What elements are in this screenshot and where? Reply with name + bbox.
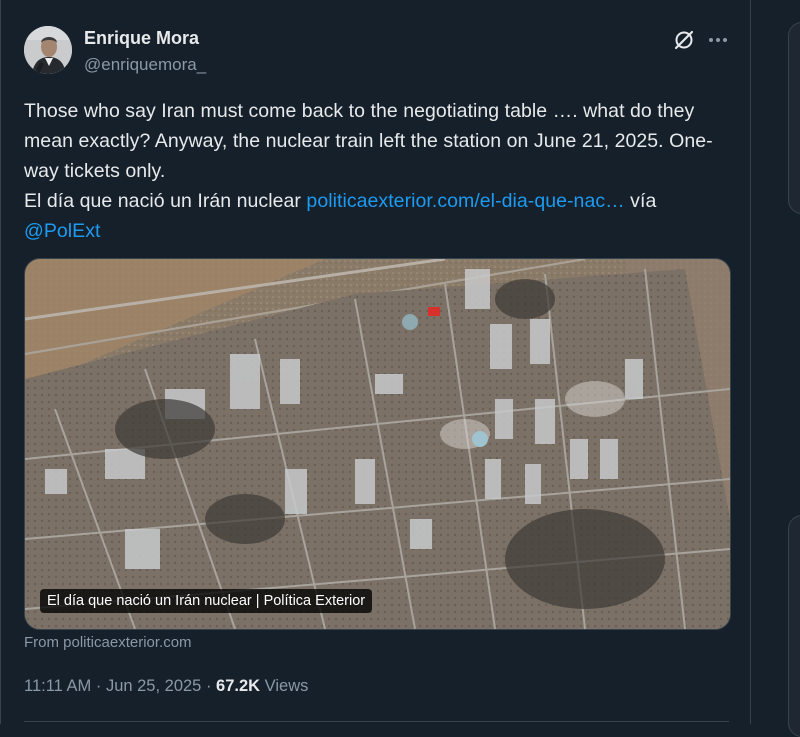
tweet-text-line3: @PolExt <box>24 216 734 246</box>
tweet-time[interactable]: 11:11 AM <box>24 677 91 695</box>
mention-link[interactable]: @PolExt <box>24 220 101 242</box>
author-display-name[interactable]: Enrique Mora <box>84 28 199 49</box>
tweet-text-prefix: El día que nació un Irán nuclear <box>24 190 307 212</box>
article-link[interactable]: politicaexterior.com/el-dia-que-nac… <box>306 190 624 212</box>
column-border-right <box>750 0 751 724</box>
tweet-text-line1: Those who say Iran must come back to the… <box>24 100 713 182</box>
column-border-left <box>0 0 1 724</box>
author-handle[interactable]: @enriquemora_ <box>84 55 206 75</box>
grok-icon[interactable] <box>672 28 696 52</box>
tweet-text-suffix: vía <box>624 190 657 212</box>
meta-separator-2: · <box>201 677 217 695</box>
card-source[interactable]: From politicaexterior.com <box>24 634 192 651</box>
meta-separator: · <box>91 677 106 695</box>
card-caption[interactable]: El día que nació un Irán nuclear | Polít… <box>40 589 373 613</box>
views-label: Views <box>264 677 309 695</box>
tweet-date[interactable]: Jun 25, 2025 <box>106 677 201 695</box>
tweet-meta: 11:11 AM · Jun 25, 2025 · 67.2K Views <box>24 677 308 696</box>
tweet-text-line2: El día que nació un Irán nuclear politic… <box>24 186 734 216</box>
avatar[interactable] <box>24 26 72 74</box>
side-panel-bottom <box>788 515 800 737</box>
link-card-image[interactable] <box>24 258 731 630</box>
views-count: 67.2K <box>216 677 261 695</box>
side-panel-top <box>788 22 800 214</box>
tweet-text: Those who say Iran must come back to the… <box>24 96 734 246</box>
more-icon[interactable] <box>706 28 730 52</box>
bottom-divider <box>24 721 729 722</box>
